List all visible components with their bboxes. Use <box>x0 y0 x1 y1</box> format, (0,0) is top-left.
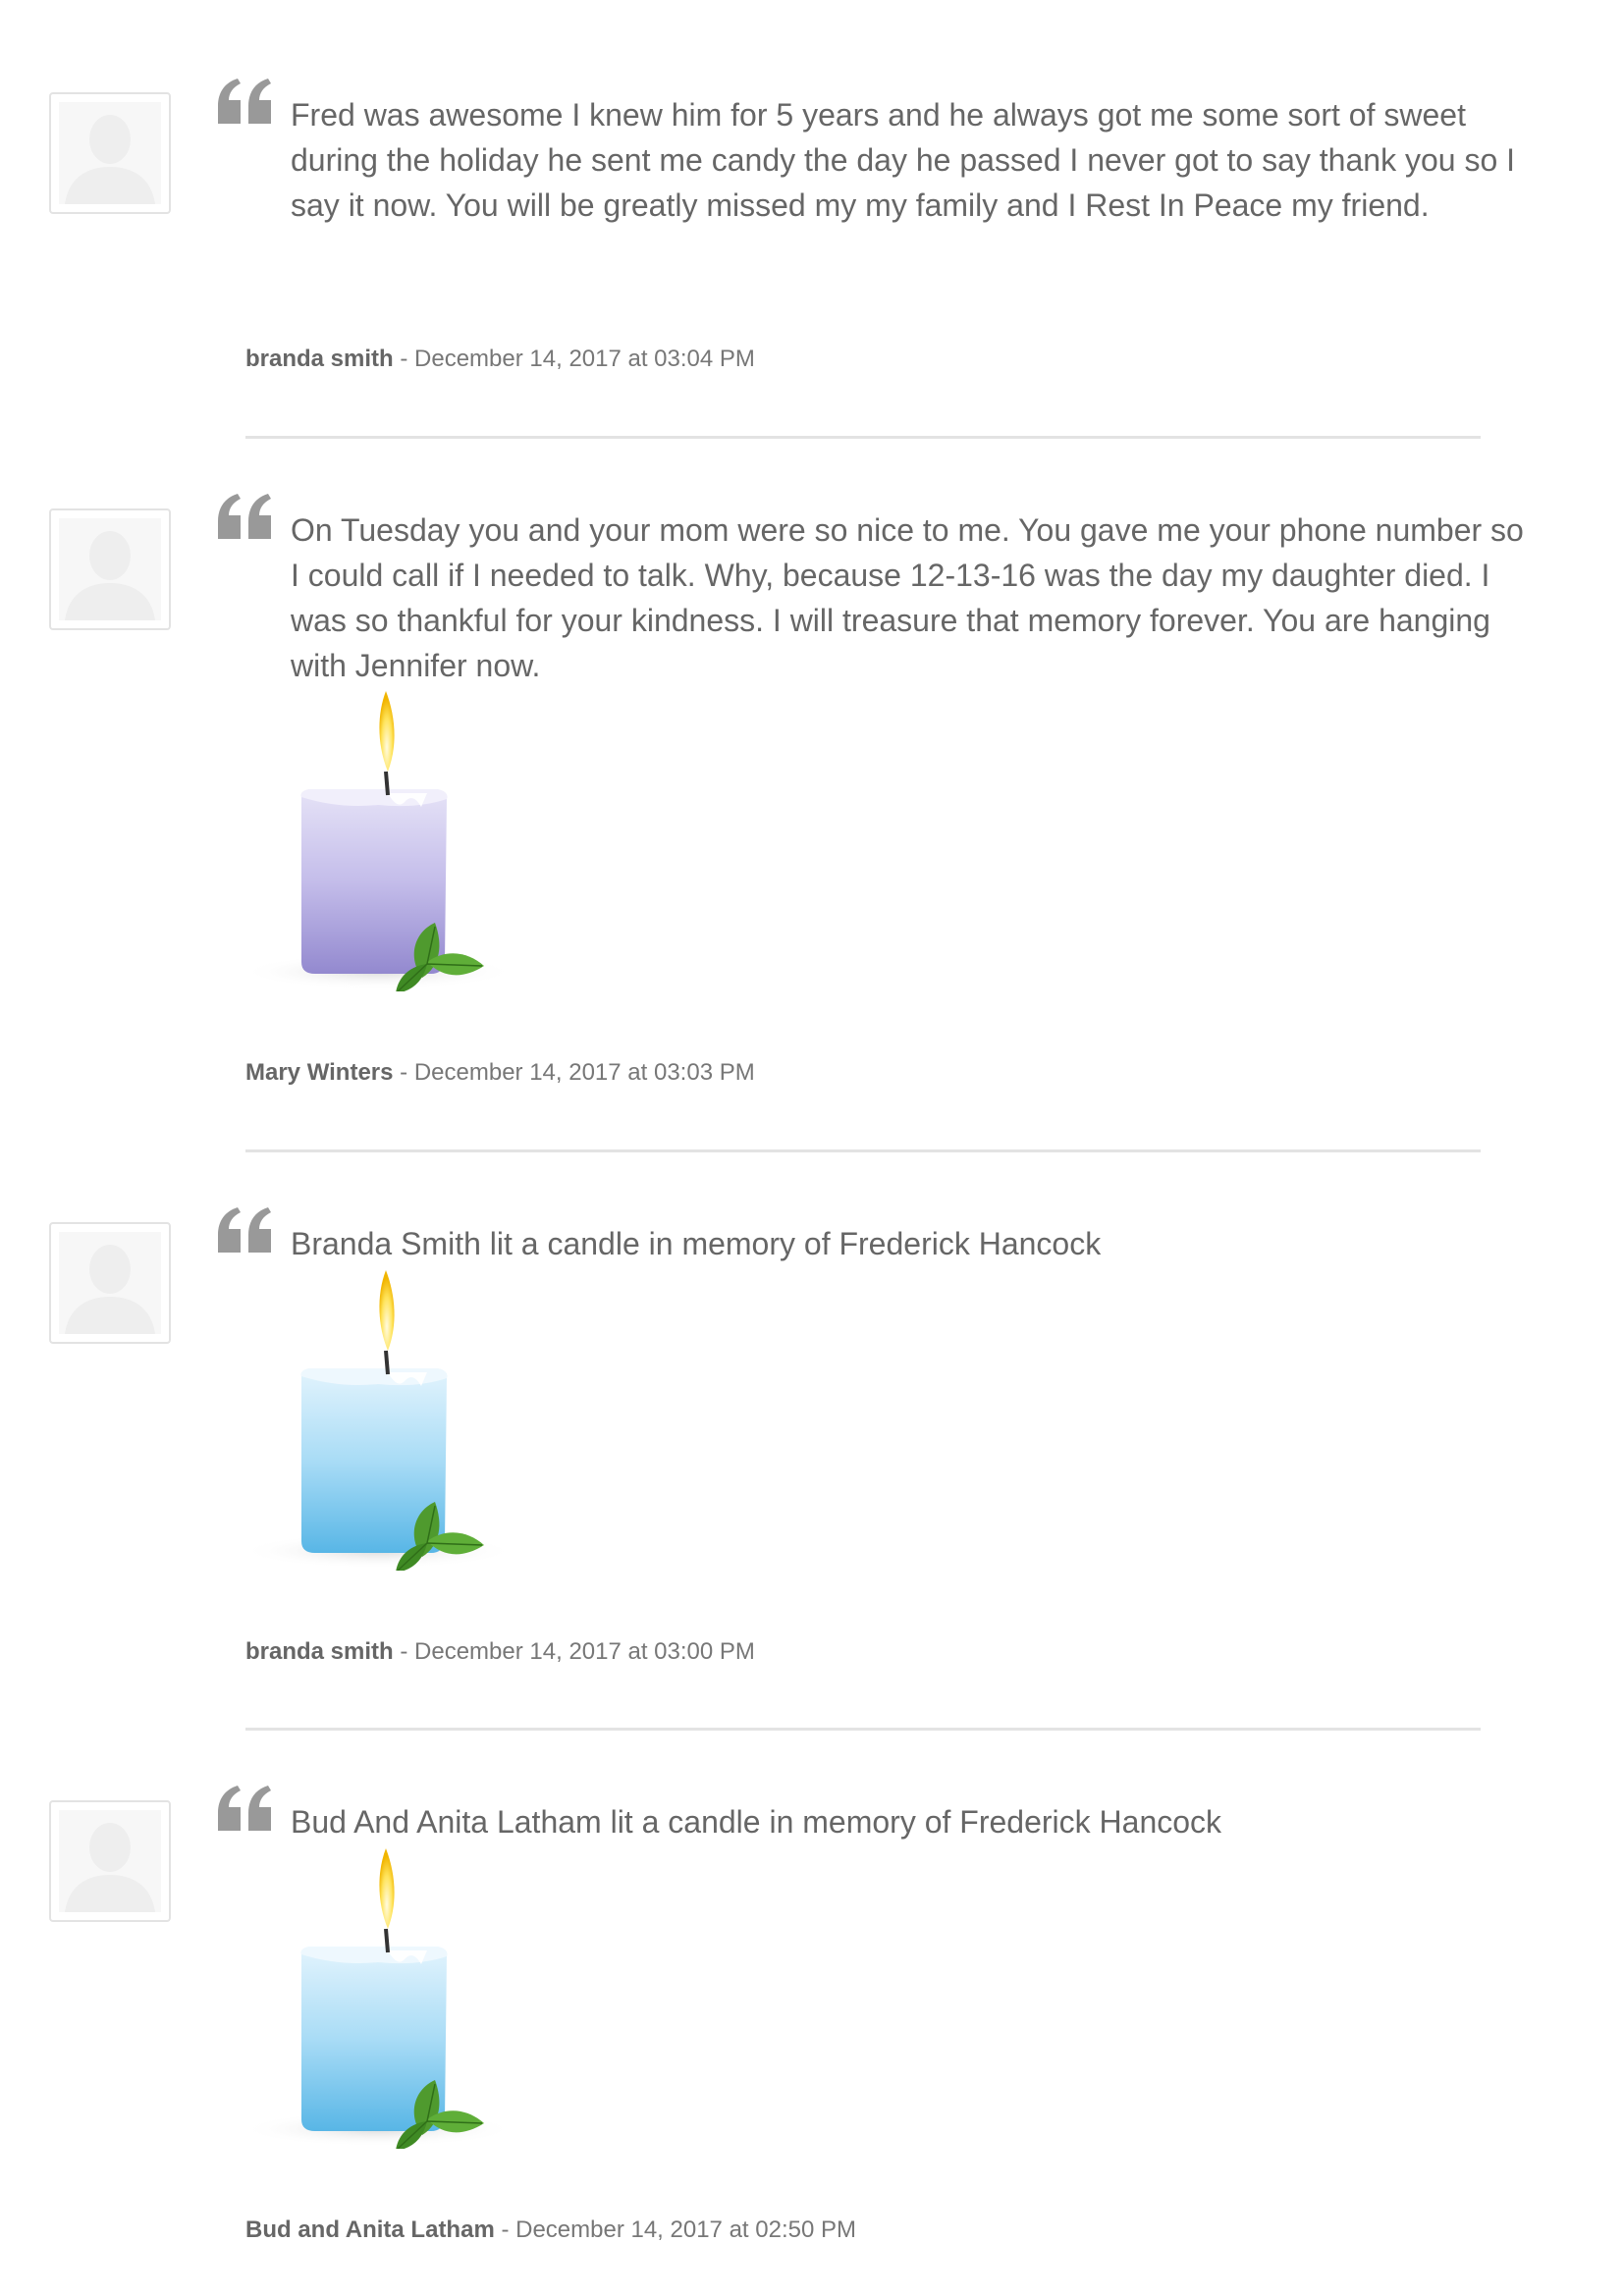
candle-icon <box>241 1848 515 2149</box>
byline-separator: - <box>494 2216 516 2243</box>
divider <box>245 436 1481 439</box>
divider <box>245 1149 1481 1152</box>
tribute-message: Bud And Anita Latham lit a candle in mem… <box>291 1804 1222 1840</box>
avatar <box>49 508 171 630</box>
quote-mark-icon <box>218 1786 271 1831</box>
quote-mark-icon <box>218 1207 271 1253</box>
post-date: December 14, 2017 at 03:03 PM <box>413 1059 755 1086</box>
avatar <box>49 92 171 214</box>
default-avatar-icon <box>65 1823 155 1912</box>
byline-separator: - <box>393 346 415 372</box>
author-name: branda smith <box>245 1638 394 1665</box>
default-avatar-icon <box>65 1245 155 1334</box>
divider <box>245 1728 1481 1731</box>
default-avatar-icon <box>65 115 155 204</box>
candle-icon <box>241 1270 515 1571</box>
quote-mark-icon <box>218 494 271 539</box>
byline-separator: - <box>393 1059 414 1086</box>
avatar <box>49 1222 171 1344</box>
author-name: branda smith <box>245 346 394 372</box>
byline-separator: - <box>393 1638 415 1665</box>
author-name: Bud and Anita Latham <box>245 2216 495 2243</box>
post-date: December 14, 2017 at 02:50 PM <box>515 2216 856 2243</box>
tribute-byline: branda smith - December 14, 2017 at 03:0… <box>245 345 755 374</box>
candle-icon <box>241 691 515 991</box>
avatar <box>49 1800 171 1922</box>
post-date: December 14, 2017 at 03:04 PM <box>414 346 755 372</box>
tribute-message: Fred was awesome I knew him for 5 years … <box>291 97 1516 223</box>
author-name: Mary Winters <box>245 1059 394 1086</box>
tribute-byline: Bud and Anita Latham - December 14, 2017… <box>245 2216 856 2245</box>
quote-mark-icon <box>218 79 271 124</box>
default-avatar-icon <box>65 531 155 620</box>
tribute-message: Branda Smith lit a candle in memory of F… <box>291 1226 1102 1261</box>
tribute-byline: Mary Winters - December 14, 2017 at 03:0… <box>245 1058 755 1088</box>
tribute-message: On Tuesday you and your mom were so nice… <box>291 512 1524 683</box>
tribute-byline: branda smith - December 14, 2017 at 03:0… <box>245 1637 755 1667</box>
post-date: December 14, 2017 at 03:00 PM <box>414 1638 755 1665</box>
